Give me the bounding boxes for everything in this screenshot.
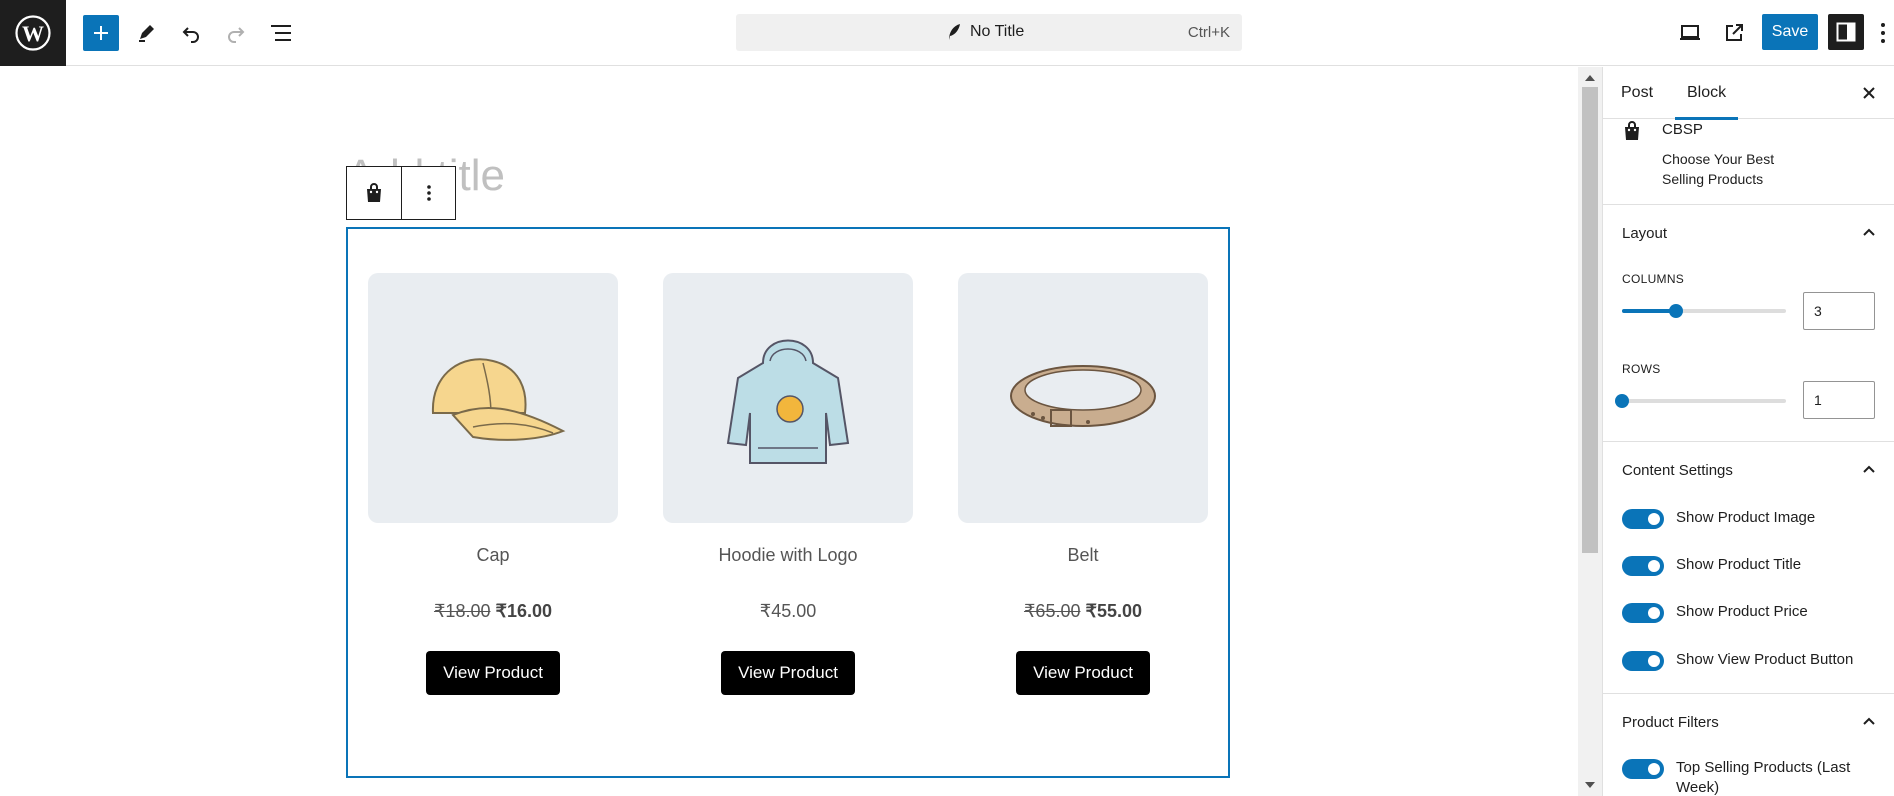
- product-image: [368, 273, 618, 523]
- columns-input[interactable]: 3: [1803, 292, 1875, 330]
- redo-icon[interactable]: [218, 15, 254, 51]
- chevron-up-icon[interactable]: [1861, 462, 1877, 478]
- settings-sidebar-toggle-icon[interactable]: [1828, 14, 1864, 50]
- keyboard-shortcut: Ctrl+K: [1187, 24, 1230, 41]
- cap-illustration-icon: [431, 358, 566, 441]
- block-options-icon[interactable]: [401, 167, 455, 219]
- columns-slider-fill: [1622, 309, 1677, 313]
- command-palette-bar[interactable]: No Title Ctrl+K: [736, 14, 1242, 51]
- sidebar-tabs: Post Block: [1603, 67, 1894, 120]
- shopping-bag-icon: [1623, 121, 1641, 146]
- close-icon[interactable]: [1857, 81, 1881, 105]
- product-image: [663, 273, 913, 523]
- view-product-button[interactable]: View Product: [721, 651, 855, 695]
- edit-tools-icon[interactable]: [128, 15, 164, 51]
- block-toolbar: [346, 166, 456, 220]
- regular-price: ₹65.00: [1023, 601, 1081, 621]
- toggle-show-product-price[interactable]: Show Product Price: [1622, 602, 1886, 623]
- columns-slider-knob[interactable]: [1669, 304, 1684, 318]
- tab-block[interactable]: Block: [1674, 84, 1739, 120]
- view-post-external-icon[interactable]: [1716, 15, 1752, 51]
- product-title: Cap: [476, 545, 510, 565]
- sale-price: ₹55.00: [1085, 601, 1143, 621]
- layout-panel-heading[interactable]: Layout: [1622, 225, 1667, 242]
- product-price: ₹45.00: [663, 601, 913, 622]
- columns-slider[interactable]: [1622, 304, 1786, 318]
- view-product-button[interactable]: View Product: [1016, 651, 1150, 695]
- block-card: CBSP Choose Your Best Selling Products: [1603, 119, 1894, 205]
- editor-header: W No Title Ctrl+K Save: [0, 0, 1894, 66]
- toggle-label: Show View Product Button: [1676, 651, 1854, 668]
- document-overview-icon[interactable]: [263, 15, 299, 51]
- rows-label: ROWS: [1622, 362, 1661, 376]
- product-card: Belt ₹65.00 ₹55.00 View Product: [958, 273, 1208, 695]
- block-description: Choose Your Best Selling Products: [1662, 151, 1775, 187]
- toggle-top-selling-last-week[interactable]: Top Selling Products (Last Week): [1622, 758, 1886, 796]
- product-image: [958, 273, 1208, 523]
- toggle-switch[interactable]: [1622, 651, 1664, 671]
- product-title: Hoodie with Logo: [718, 545, 858, 565]
- scroll-down-arrow-icon[interactable]: [1585, 782, 1595, 788]
- product-title: Belt: [1067, 545, 1099, 565]
- toggle-switch[interactable]: [1622, 603, 1664, 623]
- chevron-up-icon[interactable]: [1861, 714, 1877, 730]
- scrollbar-thumb[interactable]: [1582, 87, 1598, 553]
- columns-label: COLUMNS: [1622, 272, 1685, 286]
- regular-price: ₹18.00: [433, 601, 491, 621]
- content-settings-panel: Content Settings Show Product Image Show…: [1603, 442, 1894, 694]
- block-title: CBSP: [1662, 121, 1703, 138]
- product-card: Cap ₹18.00 ₹16.00 View Product: [368, 273, 618, 695]
- rows-input[interactable]: 1: [1803, 381, 1875, 419]
- content-settings-heading[interactable]: Content Settings: [1622, 462, 1733, 479]
- toggle-show-view-product-button[interactable]: Show View Product Button: [1622, 650, 1886, 671]
- toggle-label: Top Selling Products (Last Week): [1676, 759, 1851, 796]
- product-card: Hoodie with Logo ₹45.00 View Product: [663, 273, 913, 695]
- toggle-show-product-image[interactable]: Show Product Image: [1622, 508, 1886, 529]
- canvas-scrollbar[interactable]: [1578, 67, 1602, 796]
- toggle-label: Show Product Image: [1676, 509, 1816, 526]
- chevron-up-icon[interactable]: [1861, 225, 1877, 241]
- best-selling-products-block[interactable]: Cap ₹18.00 ₹16.00 View Product Hoodie wi…: [346, 227, 1230, 778]
- toggle-switch[interactable]: [1622, 759, 1664, 779]
- sale-price: ₹16.00: [495, 601, 553, 621]
- product-filters-heading[interactable]: Product Filters: [1622, 714, 1719, 731]
- add-block-button[interactable]: [83, 15, 119, 51]
- editor-canvas[interactable]: Add title Cap ₹18.00 ₹16.00 View Product: [0, 67, 1578, 796]
- block-type-bag-icon[interactable]: [347, 167, 401, 219]
- toggle-label: Show Product Title: [1676, 556, 1802, 573]
- tab-post[interactable]: Post: [1621, 84, 1653, 102]
- document-title: No Title: [970, 23, 1025, 40]
- toggle-switch[interactable]: [1622, 556, 1664, 576]
- wordpress-logo-icon[interactable]: W: [0, 0, 66, 66]
- regular-price: ₹45.00: [759, 601, 817, 621]
- rows-slider-knob[interactable]: [1615, 394, 1629, 408]
- hoodie-illustration-icon: [726, 339, 850, 464]
- layout-panel: Layout COLUMNS 3 ROWS 1: [1603, 205, 1894, 442]
- toggle-label: Show Product Price: [1676, 603, 1808, 620]
- toggle-show-product-title[interactable]: Show Product Title: [1622, 555, 1886, 576]
- scroll-up-arrow-icon[interactable]: [1585, 75, 1595, 81]
- rows-slider[interactable]: [1615, 394, 1786, 408]
- toggle-switch[interactable]: [1622, 509, 1664, 529]
- belt-illustration-icon: [1010, 365, 1156, 427]
- product-filters-panel: Product Filters Top Selling Products (La…: [1603, 694, 1894, 796]
- more-options-icon[interactable]: [1880, 18, 1894, 48]
- settings-sidebar: Post Block CBSP Choose Your Best Selling…: [1602, 67, 1894, 796]
- feather-icon: [949, 24, 960, 40]
- preview-device-icon[interactable]: [1672, 15, 1708, 51]
- view-product-button[interactable]: View Product: [426, 651, 560, 695]
- product-price: ₹65.00 ₹55.00: [958, 601, 1208, 622]
- svg-text:W: W: [22, 21, 44, 46]
- save-button[interactable]: Save: [1762, 14, 1818, 50]
- product-price: ₹18.00 ₹16.00: [368, 601, 618, 622]
- undo-icon[interactable]: [173, 15, 209, 51]
